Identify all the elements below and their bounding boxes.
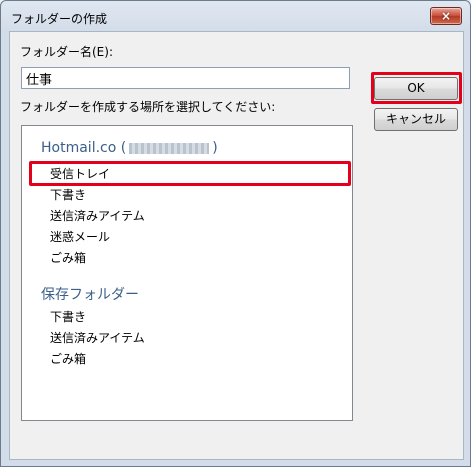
tree-item-local-trash[interactable]: ごみ箱 <box>50 350 86 367</box>
dialog-title: フォルダーの作成 <box>11 12 108 26</box>
tree-item-junk[interactable]: 迷惑メール <box>50 228 110 245</box>
ok-button[interactable]: OK <box>374 77 458 100</box>
account-suffix: ) <box>212 140 218 156</box>
tree-item-trash[interactable]: ごみ箱 <box>50 249 86 266</box>
folder-name-input[interactable] <box>21 67 350 89</box>
redacted-text <box>129 142 210 154</box>
tree-item-local-drafts[interactable]: 下書き <box>50 308 86 325</box>
folder-name-label: フォルダー名(E): <box>20 45 113 59</box>
cancel-button[interactable]: キャンセル <box>374 108 458 131</box>
tree-item-sent[interactable]: 送信済みアイテム <box>50 207 145 224</box>
title-bar: フォルダーの作成 × <box>1 1 470 31</box>
inbox-highlight <box>29 161 351 186</box>
create-folder-dialog: フォルダーの作成 × フォルダー名(E): フォルダーを作成する場所を選択してく… <box>0 0 471 467</box>
tree-item-local-sent[interactable]: 送信済みアイテム <box>50 329 145 346</box>
tree-section-header[interactable]: 保存フォルダー <box>41 284 139 304</box>
close-icon: × <box>440 9 452 23</box>
dialog-body: フォルダー名(E): フォルダーを作成する場所を選択してください: Hotmai… <box>9 31 464 460</box>
close-button[interactable]: × <box>430 7 462 25</box>
location-label: フォルダーを作成する場所を選択してください: <box>20 100 276 114</box>
tree-item-drafts[interactable]: 下書き <box>50 186 86 203</box>
tree-account-header[interactable]: Hotmail.co () <box>41 140 218 156</box>
account-name: Hotmail.co ( <box>41 140 127 156</box>
folder-tree[interactable]: Hotmail.co () 受信トレイ 下書き 送信済みアイテム 迷惑メール ご… <box>21 125 353 421</box>
